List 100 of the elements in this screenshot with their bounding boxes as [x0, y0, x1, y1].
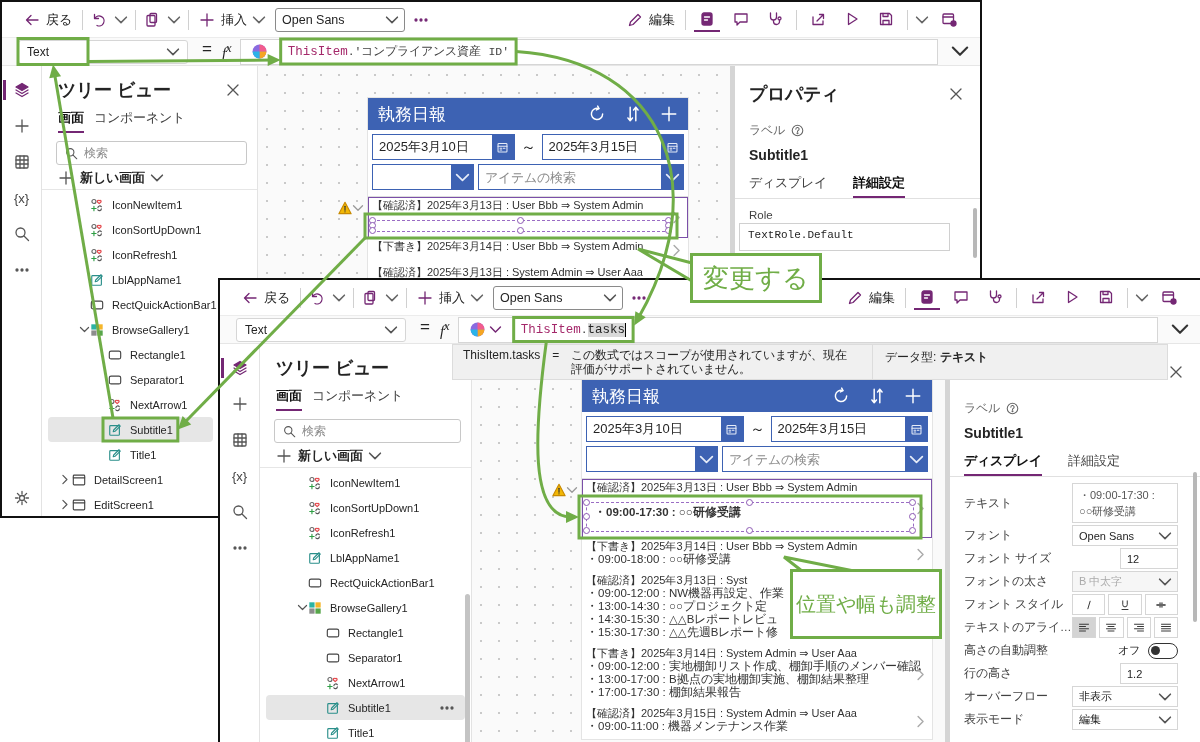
search-field[interactable]: 検索	[274, 419, 461, 443]
tree-item[interactable]: EditScreen1	[48, 492, 213, 516]
chevron-icon[interactable]	[489, 324, 501, 335]
clipboard-icon[interactable]	[144, 11, 160, 28]
tree-item[interactable]: IconNewItem1	[48, 192, 213, 217]
variables-button[interactable]: {x}	[220, 466, 259, 486]
refresh-icon[interactable]	[588, 105, 606, 123]
tree-item[interactable]: BrowseGallery1	[48, 317, 213, 342]
text-field[interactable]: ・09:00-17:30 : ○○研修受講	[1072, 483, 1178, 523]
selection-handle[interactable]	[746, 499, 753, 506]
tab[interactable]: 詳細設定	[853, 171, 905, 198]
selection-handle[interactable]	[746, 527, 753, 534]
warning-icon[interactable]	[338, 201, 352, 215]
tree-item[interactable]: BrowseGallery1	[266, 595, 465, 620]
tab[interactable]: ディスプレイ	[964, 449, 1042, 476]
search-field[interactable]: アイテムの検索	[722, 446, 928, 472]
tab[interactable]: コンポーネント	[94, 106, 185, 133]
tree-item[interactable]: IconSortUpDown1	[266, 495, 465, 520]
calendar-button[interactable]	[491, 135, 514, 159]
plus-icon[interactable]	[904, 387, 922, 405]
chevron-icon[interactable]	[298, 603, 307, 612]
dropdown-button[interactable]	[451, 165, 473, 189]
back-button[interactable]: 戻る	[240, 286, 292, 309]
gallery-item[interactable]: 【確認済】2025年3月13日 : User Bbb ⇒ System Admin	[368, 197, 688, 238]
dropdown[interactable]: Open Sans	[1072, 525, 1178, 546]
chevron-icon[interactable]	[1172, 324, 1188, 335]
copilot-icon[interactable]	[250, 43, 268, 60]
tree-item[interactable]: IconRefresh1	[48, 242, 213, 267]
dropdown[interactable]: 編集	[1072, 709, 1178, 730]
date-picker[interactable]: 2025年3月10日	[586, 416, 744, 442]
dropdown[interactable]: 非表示	[1072, 686, 1178, 707]
font-dropdown[interactable]: Open Sans	[493, 285, 623, 310]
chevron-icon[interactable]	[1136, 293, 1148, 302]
search-field[interactable]: アイテムの検索	[478, 164, 684, 190]
help-icon[interactable]	[791, 124, 804, 137]
chevron-icon[interactable]	[916, 15, 928, 24]
tree-item[interactable]: Rectangle1	[266, 620, 465, 645]
copilot-icon[interactable]	[468, 321, 486, 338]
date-picker[interactable]: 2025年3月15日	[541, 134, 684, 160]
gallery-item[interactable]: 【下書き】2025年3月14日 : User Bbb ⇒ System Admin ・09:00-18:00 : ○○研修受講	[582, 538, 932, 572]
search-input[interactable]: 検索	[302, 424, 452, 438]
tab[interactable]: 詳細設定	[1068, 449, 1120, 476]
close-icon[interactable]	[948, 86, 964, 102]
align-left-button[interactable]	[1072, 617, 1097, 638]
undo-icon[interactable]	[91, 11, 107, 28]
align-center-button[interactable]	[1099, 617, 1124, 638]
align-right-button[interactable]	[1126, 617, 1151, 638]
chevron-icon[interactable]	[333, 293, 345, 302]
tab[interactable]: 画面	[276, 384, 302, 411]
close-icon[interactable]	[1168, 364, 1184, 380]
formula-field[interactable]: ThisItem.tasks	[457, 316, 1158, 343]
tree-item[interactable]: DetailScreen1	[48, 467, 213, 492]
tree-item[interactable]: RectQuickActionBar1	[266, 570, 465, 595]
search-field[interactable]: 検索	[56, 141, 247, 165]
plus-icon[interactable]	[660, 105, 678, 123]
tree-item[interactable]: IconRefresh1	[266, 520, 465, 545]
tree-item[interactable]: Separator1	[48, 367, 213, 392]
dropdown[interactable]	[586, 446, 718, 472]
align-justify-button[interactable]	[1153, 617, 1178, 638]
variables-button[interactable]: {x}	[2, 188, 41, 208]
date-picker[interactable]: 2025年3月15日	[770, 416, 928, 442]
tree-item[interactable]: Subtitle1	[266, 695, 465, 720]
edit-button[interactable]: 編集	[845, 286, 897, 309]
tree-item[interactable]: Title1	[48, 442, 213, 467]
search-input[interactable]: アイテムの検索	[723, 451, 905, 467]
tree-item[interactable]: NextArrow1	[266, 670, 465, 695]
edit-button[interactable]: 編集	[625, 8, 677, 31]
dropdown-button[interactable]	[905, 447, 927, 471]
scrollbar[interactable]	[465, 594, 470, 742]
chevron-icon[interactable]	[115, 15, 127, 24]
tree-item[interactable]: LblAppName1	[48, 267, 213, 292]
selection-box[interactable]	[372, 220, 670, 232]
scrollbar[interactable]	[973, 208, 977, 258]
tab[interactable]: コンポーネント	[312, 384, 403, 411]
search-input[interactable]: アイテムの検索	[479, 169, 661, 185]
tree-item[interactable]: IconSortUpDown1	[48, 217, 213, 242]
tree-item[interactable]: LblAppName1	[266, 545, 465, 570]
gallery-item[interactable]: 【下書き】2025年3月14日 : System Admin ⇒ User Aaa ・09:00-12:00 : 実地棚卸リスト作成、棚卸手順のメンバー確認 ・13:00-17:00 : B拠点の実地棚卸実施、棚卸結果整理 ・17:00-17:30 : 棚卸結果報告	[582, 645, 932, 705]
warning-icon[interactable]	[552, 483, 566, 497]
property-dropdown[interactable]: Text	[236, 317, 406, 342]
dropdown[interactable]	[372, 164, 474, 190]
tree-item[interactable]: Rectangle1	[48, 342, 213, 367]
close-icon[interactable]	[225, 82, 241, 98]
dropdown-button[interactable]	[695, 447, 717, 471]
strikethrough-button[interactable]	[1144, 594, 1178, 615]
clipboard-icon[interactable]	[362, 289, 378, 306]
gallery-item[interactable]: 【確認済】2025年3月15日 : System Admin ⇒ User Aaa ・09:00-11:00 : 機器メンテナンス作業	[582, 705, 932, 739]
underline-button[interactable]	[1108, 594, 1142, 615]
selection-box[interactable]: ・09:00-17:30 : ○○研修受講	[586, 502, 914, 532]
chevron-icon[interactable]	[952, 46, 968, 57]
tree-item[interactable]: NextArrow1	[48, 392, 213, 417]
sort-icon[interactable]	[624, 105, 642, 123]
chevron-icon[interactable]	[80, 325, 89, 334]
tab[interactable]: ディスプレイ	[749, 171, 827, 198]
insert-button[interactable]: 挿入	[415, 286, 485, 309]
tree-item[interactable]: Separator1	[266, 645, 465, 670]
gallery-item[interactable]: 【下書き】2025年3月14日 : User Bbb ⇒ System Admin	[368, 238, 688, 264]
scrollbar[interactable]	[1193, 472, 1197, 622]
help-icon[interactable]	[1006, 402, 1019, 415]
insert-button[interactable]: 挿入	[197, 8, 267, 31]
